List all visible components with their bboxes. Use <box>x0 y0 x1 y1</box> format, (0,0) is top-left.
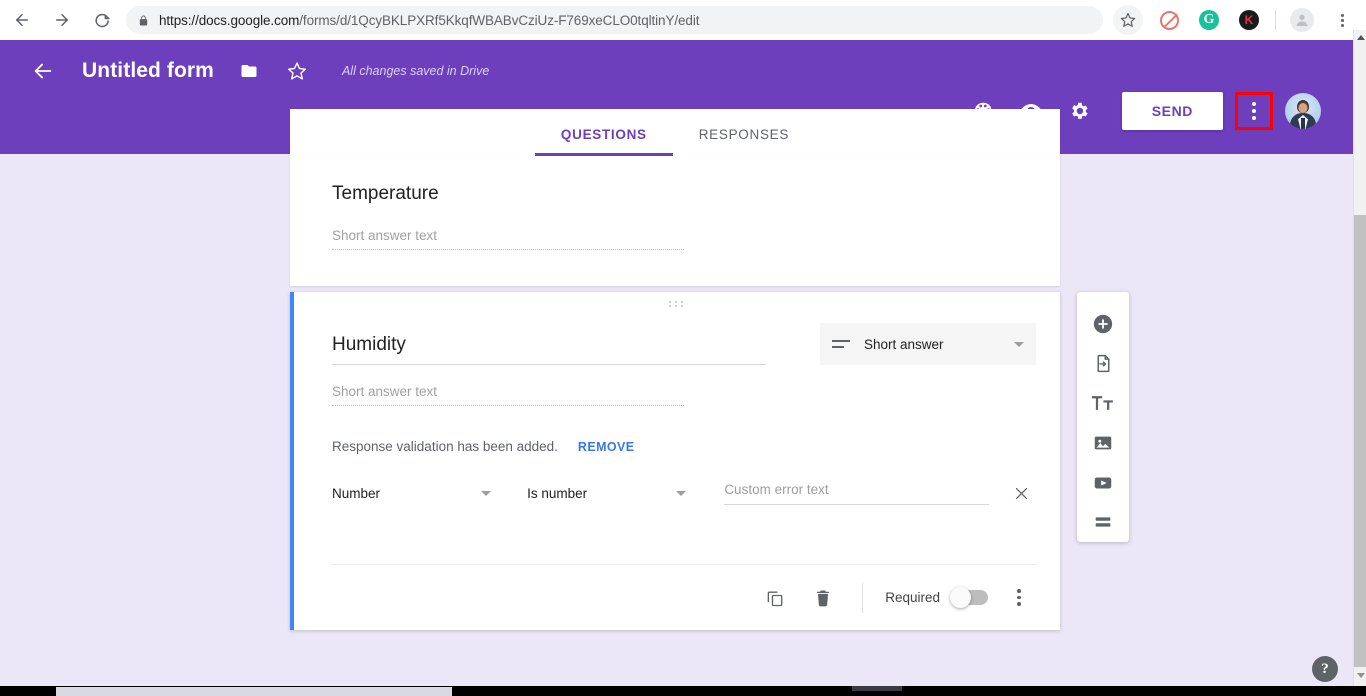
chevron-down-icon <box>676 491 686 496</box>
lock-icon <box>138 14 149 27</box>
bookmark-star-icon[interactable] <box>1113 5 1143 35</box>
gear-icon[interactable] <box>1060 92 1098 130</box>
validation-condition-label: Is number <box>527 486 587 501</box>
custom-error-placeholder: Custom error text <box>724 482 989 504</box>
help-icon[interactable]: ? <box>1312 656 1338 682</box>
address-bar[interactable]: https://docs.google.com/forms/d/1QcyBKLP… <box>126 6 1103 34</box>
validation-type-dropdown[interactable]: Number <box>332 478 491 508</box>
footer-divider <box>862 583 863 613</box>
k-extension-icon[interactable]: K <box>1234 5 1264 35</box>
short-answer-preview: Short answer text <box>332 228 684 250</box>
add-item-toolbar <box>1077 292 1129 542</box>
drag-handle-icon[interactable] <box>669 301 685 307</box>
import-questions-icon[interactable] <box>1083 344 1123 384</box>
trash-icon[interactable] <box>806 581 840 615</box>
url-text: https://docs.google.com/forms/d/1QcyBKLP… <box>159 13 699 28</box>
validation-message-row: Response validation has been added. REMO… <box>332 439 635 454</box>
duplicate-icon[interactable] <box>758 581 792 615</box>
folder-icon[interactable] <box>236 58 262 84</box>
short-answer-icon <box>832 340 854 348</box>
taskbar-segment <box>56 687 452 696</box>
toolbar-divider <box>1275 10 1276 30</box>
add-title-icon[interactable] <box>1083 383 1123 423</box>
grammarly-extension-icon[interactable]: G <box>1194 5 1224 35</box>
taskbar <box>0 686 1366 696</box>
title-underline <box>332 364 766 365</box>
star-outline-icon[interactable] <box>284 58 310 84</box>
add-image-icon[interactable] <box>1083 423 1123 463</box>
taskbar-segment-secondary <box>852 686 902 691</box>
page-scrollbar[interactable] <box>1353 30 1366 696</box>
add-question-icon[interactable] <box>1083 304 1123 344</box>
question-more-menu-icon[interactable] <box>1002 581 1036 615</box>
dotted-underline <box>332 405 684 406</box>
question-title[interactable]: Temperature <box>332 183 439 205</box>
question-card-humidity[interactable]: Humidity Short answer text Short answer … <box>290 292 1060 630</box>
user-avatar[interactable] <box>1285 93 1321 129</box>
add-video-icon[interactable] <box>1083 463 1123 503</box>
forms-header-left: Untitled form All changes saved in Drive <box>30 58 489 84</box>
question-title[interactable]: Humidity <box>332 334 766 364</box>
browser-toolbar: https://docs.google.com/forms/d/1QcyBKLP… <box>0 0 1366 40</box>
chevron-down-icon <box>481 491 491 496</box>
validation-condition-dropdown[interactable]: Is number <box>527 478 686 508</box>
browser-back-button[interactable] <box>4 2 40 38</box>
question-type-dropdown[interactable]: Short answer <box>820 323 1036 365</box>
forms-more-menu-button[interactable] <box>1235 92 1273 130</box>
required-toggle[interactable] <box>952 590 988 605</box>
adblock-extension-icon[interactable] <box>1154 5 1184 35</box>
form-title[interactable]: Untitled form <box>82 59 214 83</box>
question-type-label: Short answer <box>864 337 1014 352</box>
chevron-down-icon <box>1014 342 1024 347</box>
scroll-up-arrow[interactable] <box>1354 30 1366 44</box>
answer-placeholder: Short answer text <box>332 228 684 249</box>
add-section-icon[interactable] <box>1083 502 1123 542</box>
form-tabs: QUESTIONS RESPONSES <box>290 109 1060 156</box>
answer-placeholder: Short answer text <box>332 384 684 405</box>
validation-type-label: Number <box>332 486 380 501</box>
input-underline <box>724 504 989 505</box>
required-label: Required <box>885 590 940 605</box>
browser-toolbar-icons: G K <box>1113 5 1366 35</box>
tab-questions[interactable]: QUESTIONS <box>535 127 673 156</box>
send-button[interactable]: SEND <box>1122 92 1223 130</box>
browser-forward-button[interactable] <box>44 2 80 38</box>
browser-reload-button[interactable] <box>84 2 120 38</box>
scroll-down-arrow[interactable] <box>1354 668 1366 682</box>
question-title-field[interactable]: Humidity <box>332 334 766 365</box>
remove-validation-button[interactable]: REMOVE <box>578 440 635 454</box>
validation-controls-row: Number Is number Custom error text <box>332 478 1032 508</box>
chrome-profile-icon[interactable] <box>1287 5 1317 35</box>
forms-back-icon[interactable] <box>30 58 56 84</box>
custom-error-text-input[interactable]: Custom error text <box>724 482 989 505</box>
save-status-text: All changes saved in Drive <box>342 64 489 78</box>
close-icon[interactable] <box>1011 482 1032 504</box>
question-card-footer: Required <box>332 564 1036 630</box>
question-card-temperature[interactable]: Temperature Short answer text <box>290 156 1060 286</box>
short-answer-preview: Short answer text <box>332 384 684 406</box>
validation-message: Response validation has been added. <box>332 439 558 454</box>
dotted-underline <box>332 249 684 250</box>
tab-responses[interactable]: RESPONSES <box>673 127 815 156</box>
scrollbar-thumb[interactable] <box>1354 215 1366 667</box>
